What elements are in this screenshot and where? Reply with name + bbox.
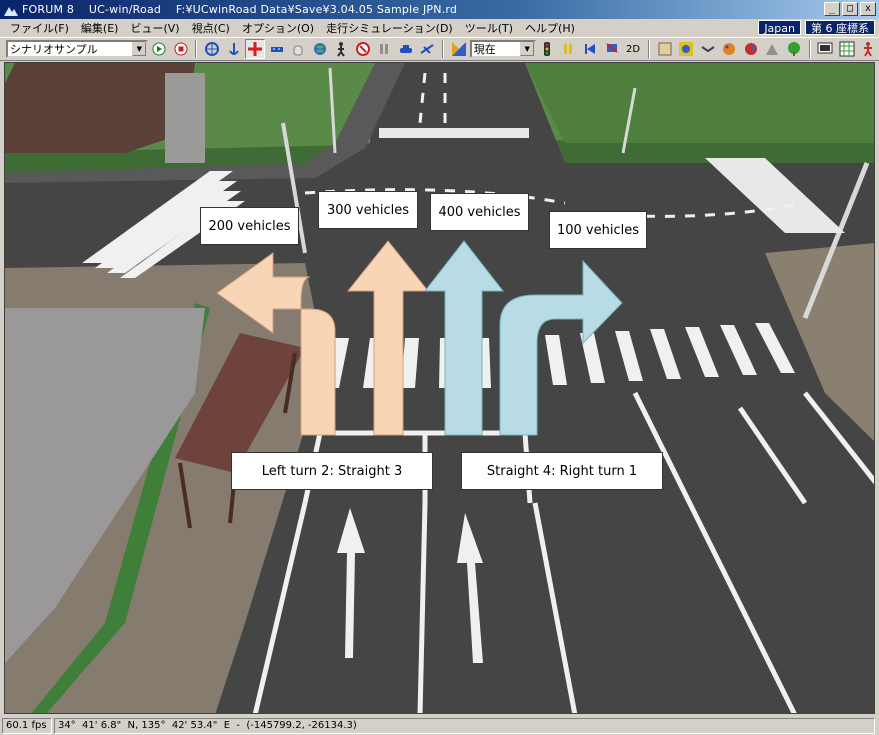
traffic-light-icon[interactable]	[537, 39, 557, 59]
region-badge[interactable]: Japan	[758, 20, 801, 35]
grid-icon[interactable]	[837, 39, 857, 59]
window-title: FORUM 8 UC-win/Road F:¥UCwinRoad Data¥Sa…	[22, 3, 458, 16]
fps-readout: 60.1 fps	[2, 717, 52, 734]
maximize-button[interactable]: □	[842, 2, 858, 16]
left-turn-count-label: 200 vehicles	[200, 207, 299, 245]
scenario-select[interactable]: シナリオサンプル ▼	[6, 40, 149, 58]
menu-help[interactable]: ヘルプ(H)	[519, 20, 581, 36]
road-tool-icon[interactable]	[267, 39, 287, 59]
minimize-button[interactable]: _	[824, 2, 840, 16]
building-icon[interactable]	[762, 39, 782, 59]
straight3-count-label: 300 vehicles	[318, 191, 418, 229]
toolbar-separator	[442, 40, 445, 58]
right-turn-count-label: 100 vehicles	[549, 211, 647, 249]
menu-tools[interactable]: ツール(T)	[459, 20, 519, 36]
monitor-icon[interactable]	[816, 39, 836, 59]
tree-icon[interactable]	[784, 39, 804, 59]
toolbar: シナリオサンプル ▼ 現在 ▼ 2D	[0, 37, 879, 61]
person-icon[interactable]	[859, 39, 879, 59]
right-lane-ratio-label: Straight 4: Right turn 1	[461, 452, 663, 490]
menu-view[interactable]: ビュー(V)	[124, 20, 185, 36]
crosswalk-far	[379, 128, 529, 138]
straight4-count-label: 400 vehicles	[430, 193, 529, 231]
paint-icon[interactable]	[741, 39, 761, 59]
toolbar-separator	[195, 40, 198, 58]
menu-edit[interactable]: 編集(E)	[75, 20, 125, 36]
app-icon	[4, 6, 18, 16]
time-select[interactable]: 現在 ▼	[469, 40, 537, 58]
pause-icon[interactable]	[375, 39, 395, 59]
globe-icon[interactable]	[310, 39, 330, 59]
flag-icon[interactable]	[602, 39, 622, 59]
menu-file[interactable]: ファイル(F)	[4, 20, 75, 36]
rewind-icon[interactable]	[580, 39, 600, 59]
cross-cursor-icon[interactable]	[245, 39, 265, 59]
scenario-stop-icon[interactable]	[171, 39, 191, 59]
road-scene	[5, 63, 874, 713]
menu-options[interactable]: オプション(O)	[236, 20, 320, 36]
left-lane-ratio-label: Left turn 2: Straight 3	[231, 452, 433, 490]
shape-icon[interactable]	[698, 39, 718, 59]
3d-viewport[interactable]: 200 vehicles 300 vehicles 400 vehicles 1…	[4, 62, 875, 714]
close-button[interactable]: x	[860, 2, 876, 16]
menu-camera[interactable]: 視点(C)	[186, 20, 236, 36]
title-bar[interactable]: FORUM 8 UC-win/Road F:¥UCwinRoad Data¥Sa…	[0, 0, 879, 19]
right-grass	[525, 63, 874, 143]
layers-icon[interactable]	[655, 39, 675, 59]
menu-bar: ファイル(F) 編集(E) ビュー(V) 視点(C) オプション(O) 走行シミ…	[0, 19, 879, 37]
car-icon[interactable]	[396, 39, 416, 59]
pause-sim-icon[interactable]	[559, 39, 579, 59]
airplane-icon[interactable]	[418, 39, 438, 59]
no-entry-icon[interactable]	[353, 39, 373, 59]
anchor-icon[interactable]	[224, 39, 244, 59]
palette-icon[interactable]	[719, 39, 739, 59]
hand-icon[interactable]	[289, 39, 309, 59]
chevron-down-icon[interactable]: ▼	[520, 42, 535, 56]
sign-icon[interactable]	[676, 39, 696, 59]
toolbar-separator	[647, 40, 650, 58]
time-select-value: 現在	[473, 43, 496, 56]
mode-2d-button[interactable]: 2D	[623, 39, 643, 59]
toolbar-separator	[808, 40, 811, 58]
chevron-down-icon[interactable]: ▼	[132, 42, 147, 56]
camera-view-icon[interactable]	[449, 39, 469, 59]
move-icon[interactable]	[202, 39, 222, 59]
status-bar: 60.1 fps 34° 41' 6.8" N, 135° 42' 53.4" …	[0, 716, 879, 735]
scenario-select-value: シナリオサンプル	[10, 43, 98, 56]
scenario-play-icon[interactable]	[149, 39, 169, 59]
far-building-pillars	[165, 73, 205, 163]
coordinate-system-badge[interactable]: 第 6 座標系	[805, 20, 875, 35]
coordinate-readout: 34° 41' 6.8" N, 135° 42' 53.4" E - (-145…	[53, 717, 875, 734]
menu-drive-simulation[interactable]: 走行シミュレーション(D)	[320, 20, 459, 36]
pedestrian-icon[interactable]	[332, 39, 352, 59]
